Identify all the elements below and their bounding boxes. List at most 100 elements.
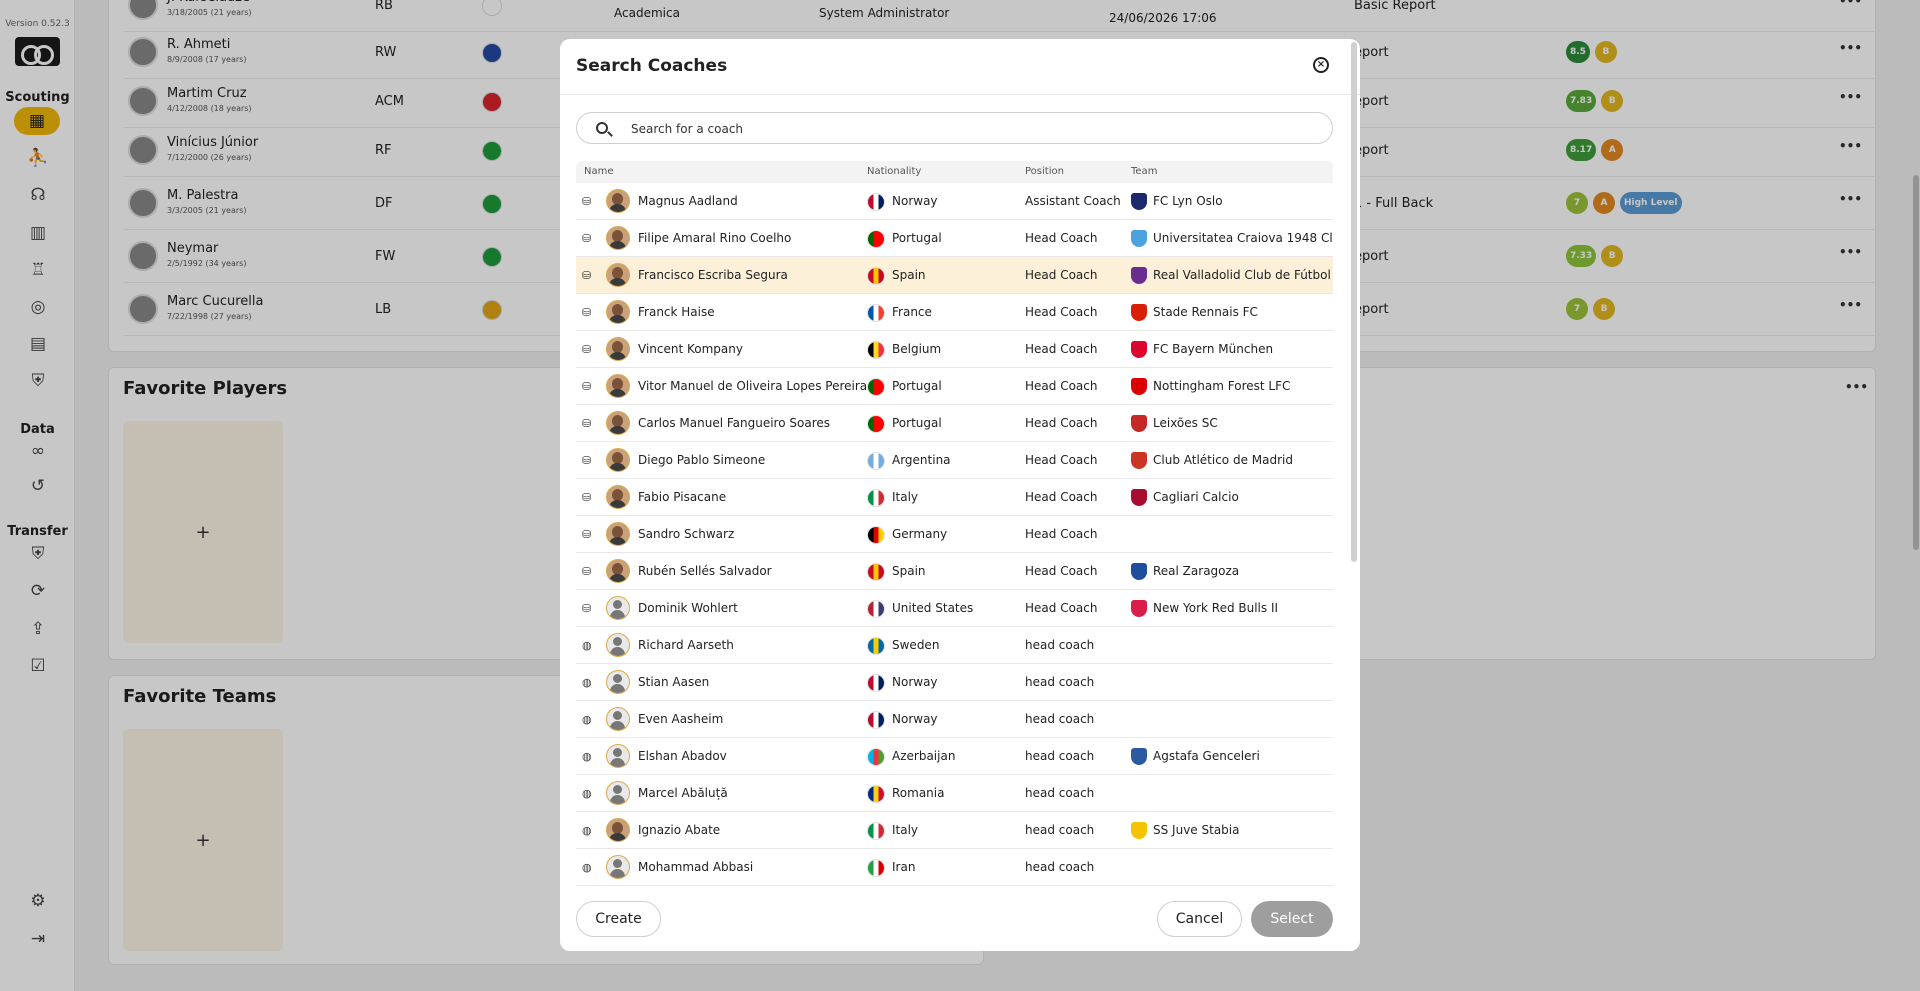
team-crest-icon xyxy=(1131,748,1147,765)
coach-avatar xyxy=(606,670,630,694)
coach-position: Head Coach xyxy=(1025,416,1098,430)
country-flag-icon xyxy=(867,415,885,433)
globe-icon: ◍ xyxy=(582,787,592,800)
coach-row[interactable]: ◍ Marcel Abăluță Romania head coach xyxy=(576,775,1333,812)
coach-name: Carlos Manuel Fangueiro Soares xyxy=(638,416,830,430)
country-flag-icon xyxy=(867,637,885,655)
coach-nationality: Spain xyxy=(892,268,926,282)
coach-nationality: Iran xyxy=(892,860,916,874)
globe-icon: ◍ xyxy=(582,676,592,689)
coach-row[interactable]: ⛁ Vincent Kompany Belgium Head Coach FC Baye… xyxy=(576,331,1333,368)
coach-name: Dominik Wohlert xyxy=(638,601,738,615)
coach-position: head coach xyxy=(1025,860,1095,874)
coach-row[interactable]: ◍ Even Aasheim Norway head coach xyxy=(576,701,1333,738)
coach-nationality: Belgium xyxy=(892,342,942,356)
column-header-nationality[interactable]: Nationality xyxy=(867,166,921,177)
coach-name: Vincent Kompany xyxy=(638,342,743,356)
coach-row[interactable]: ⛁ Sandro Schwarz Germany Head Coach xyxy=(576,516,1333,553)
coach-team: Nottingham Forest LFC xyxy=(1153,379,1291,393)
coach-avatar xyxy=(606,337,630,361)
country-flag-icon xyxy=(867,711,885,729)
coach-name: Diego Pablo Simeone xyxy=(638,453,766,467)
coaches-table-body: ⛁ Magnus Aadland Norway Assistant Coach FC L… xyxy=(576,183,1333,895)
coach-row[interactable]: ⛁ Franck Haise France Head Coach Stade Renna… xyxy=(576,294,1333,331)
coach-row[interactable]: ⛁ Carlos Manuel Fangueiro Soares Portugal H… xyxy=(576,405,1333,442)
search-coaches-dialog: Search Coaches × Name Nationality Positi… xyxy=(560,39,1360,951)
database-icon: ⛁ xyxy=(582,269,592,282)
coach-name: Sandro Schwarz xyxy=(638,527,735,541)
coach-team: Real Valladolid Club de Fútbol xyxy=(1153,268,1331,282)
column-header-name[interactable]: Name xyxy=(584,166,614,177)
coach-position: head coach xyxy=(1025,638,1095,652)
coach-name: Magnus Aadland xyxy=(638,194,738,208)
database-icon: ⛁ xyxy=(582,417,592,430)
coach-avatar xyxy=(606,448,630,472)
coach-avatar xyxy=(606,744,630,768)
coach-position: head coach xyxy=(1025,675,1095,689)
coach-nationality: Azerbaijan xyxy=(892,749,956,763)
column-header-team[interactable]: Team xyxy=(1131,166,1157,177)
team-crest-icon xyxy=(1131,452,1147,469)
team-crest-icon xyxy=(1131,563,1147,580)
modal-scrollbar[interactable] xyxy=(1351,42,1357,562)
coach-row[interactable]: ⛁ Rubén Sellés Salvador Spain Head Coach Rea… xyxy=(576,553,1333,590)
coach-nationality: Germany xyxy=(892,527,948,541)
select-button[interactable]: Select xyxy=(1251,901,1333,937)
coach-row[interactable]: ◍ Elshan Abadov Azerbaijan head coach Agstaf… xyxy=(576,738,1333,775)
column-header-position[interactable]: Position xyxy=(1025,166,1064,177)
country-flag-icon xyxy=(867,600,885,618)
coach-nationality: Spain xyxy=(892,564,926,578)
team-crest-icon xyxy=(1131,193,1147,210)
coach-name: Rubén Sellés Salvador xyxy=(638,564,772,578)
coach-avatar xyxy=(606,855,630,879)
coach-row[interactable]: ⛁ Diego Pablo Simeone Argentina Head Coach C… xyxy=(576,442,1333,479)
coach-name: Marcel Abăluță xyxy=(638,786,728,800)
coach-team: New York Red Bulls II xyxy=(1153,601,1279,615)
coach-team: Stade Rennais FC xyxy=(1153,305,1258,319)
coach-avatar xyxy=(606,781,630,805)
close-icon[interactable]: × xyxy=(1313,57,1329,73)
database-icon: ⛁ xyxy=(582,602,592,615)
coach-avatar xyxy=(606,485,630,509)
coach-name: Filipe Amaral Rino Coelho xyxy=(638,231,792,245)
team-crest-icon xyxy=(1131,378,1147,395)
coach-row[interactable]: ⛁ Magnus Aadland Norway Assistant Coach FC L… xyxy=(576,183,1333,220)
coach-name: Stian Aasen xyxy=(638,675,710,689)
team-crest-icon xyxy=(1131,230,1147,247)
database-icon: ⛁ xyxy=(582,380,592,393)
coach-row[interactable]: ◍ Mohammad Abbasi Iran head coach xyxy=(576,849,1333,886)
country-flag-icon xyxy=(867,230,885,248)
coach-position: Head Coach xyxy=(1025,305,1098,319)
create-button[interactable]: Create xyxy=(576,901,661,937)
coach-row[interactable]: ⛁ Dominik Wohlert United States Head Coach N… xyxy=(576,590,1333,627)
coach-name: Richard Aarseth xyxy=(638,638,734,652)
database-icon: ⛁ xyxy=(582,454,592,467)
team-crest-icon xyxy=(1131,489,1147,506)
coach-position: Head Coach xyxy=(1025,490,1098,504)
coach-row[interactable]: ⛁ Fabio Pisacane Italy Head Coach Cagliari C… xyxy=(576,479,1333,516)
coach-nationality: Portugal xyxy=(892,416,942,430)
coach-row[interactable]: ⛁ Filipe Amaral Rino Coelho Portugal Head C… xyxy=(576,220,1333,257)
cancel-button[interactable]: Cancel xyxy=(1157,901,1242,937)
coach-search-box[interactable] xyxy=(576,112,1333,144)
coach-row[interactable]: ◍ Richard Aarseth Sweden head coach xyxy=(576,627,1333,664)
coach-nationality: United States xyxy=(892,601,974,615)
coach-avatar xyxy=(606,559,630,583)
coach-nationality: Portugal xyxy=(892,231,942,245)
coach-position: head coach xyxy=(1025,749,1095,763)
modal-title: Search Coaches xyxy=(576,56,728,76)
coach-row[interactable]: ⛁ Vitor Manuel de Oliveira Lopes Pereira P… xyxy=(576,368,1333,405)
coach-row[interactable]: ◍ Stian Aasen Norway head coach xyxy=(576,664,1333,701)
country-flag-icon xyxy=(867,304,885,322)
coach-avatar xyxy=(606,707,630,731)
coach-name: Fabio Pisacane xyxy=(638,490,727,504)
coach-search-input[interactable] xyxy=(631,119,1311,139)
coach-row[interactable]: ⛁ Francisco Escriba Segura Spain Head Coach… xyxy=(576,257,1333,294)
coach-name: Francisco Escriba Segura xyxy=(638,268,788,282)
coach-nationality: France xyxy=(892,305,932,319)
coach-nationality: Sweden xyxy=(892,638,940,652)
coach-team: FC Lyn Oslo xyxy=(1153,194,1223,208)
country-flag-icon xyxy=(867,267,885,285)
coach-row[interactable]: ◍ Ignazio Abate Italy head coach SS Juve Sta… xyxy=(576,812,1333,849)
globe-icon: ◍ xyxy=(582,824,592,837)
